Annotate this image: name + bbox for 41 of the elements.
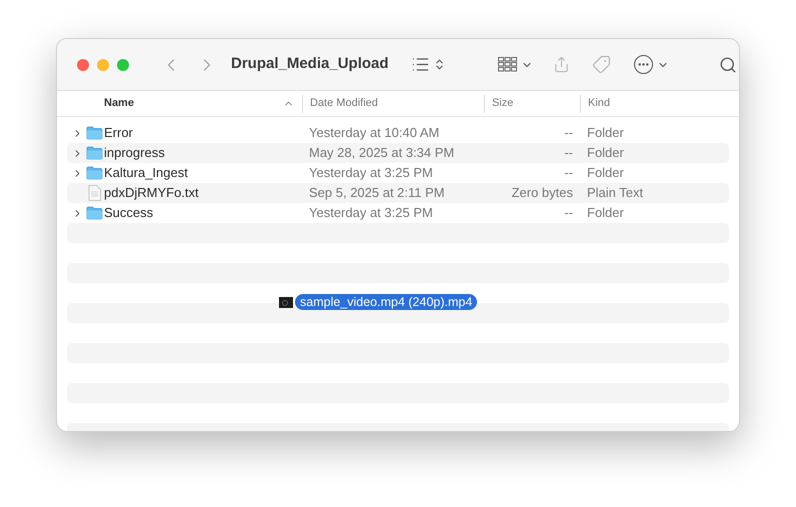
file-size: -- — [563, 164, 574, 182]
file-size: -- — [563, 124, 574, 142]
file-row[interactable]: Error Yesterday at 10:40 AM -- Folder — [67, 123, 729, 143]
column-header[interactable]: Date Modified — [302, 94, 484, 112]
file-size: -- — [563, 144, 574, 162]
date-modified: Yesterday at 10:40 AM — [308, 124, 440, 142]
folder-icon — [86, 206, 102, 220]
date-modified: Yesterday at 3:25 PM — [308, 204, 434, 222]
window-title: Drupal_Media_Upload — [231, 54, 389, 74]
date-modified: Sep 5, 2025 at 2:11 PM — [308, 184, 446, 202]
file-name: inprogress — [104, 144, 165, 162]
date-modified: Yesterday at 3:25 PM — [308, 164, 434, 182]
column-header[interactable]: Kind — [580, 94, 739, 112]
more-icon[interactable] — [634, 55, 653, 74]
file-row[interactable]: inprogress May 28, 2025 at 3:34 PM -- Folder — [67, 143, 729, 163]
file-row[interactable]: Kaltura_Ingest Yesterday at 3:25 PM -- Folder — [67, 163, 729, 183]
file-name: Error — [104, 124, 133, 142]
file-row[interactable]: Success Yesterday at 3:25 PM -- Folder — [67, 203, 729, 223]
date-modified: May 28, 2025 at 3:34 PM — [308, 144, 456, 162]
document-icon — [88, 185, 100, 201]
file-name: Success — [104, 204, 154, 222]
file-kind: Folder — [586, 124, 625, 142]
folder-icon — [86, 126, 102, 140]
file-size: Zero bytes — [510, 184, 574, 202]
file-size: -- — [563, 204, 574, 222]
column-header[interactable]: Size — [484, 94, 580, 112]
file-kind: Folder — [586, 164, 625, 182]
file-name: Kaltura_Ingest — [104, 164, 188, 182]
grid-view-icon[interactable] — [498, 57, 517, 72]
file-name: pdxDjRMYFo.txt — [104, 184, 199, 202]
file-row[interactable]: pdxDjRMYFo.txt Sep 5, 2025 at 2:11 PM Zero bytes Plain Text — [67, 183, 729, 203]
folder-icon — [86, 166, 102, 180]
folder-icon — [86, 146, 102, 160]
search-icon[interactable] — [718, 56, 737, 74]
file-kind: Plain Text — [586, 184, 644, 202]
file-kind: Folder — [586, 144, 625, 162]
dragged-file-name: sample_video.mp4 (240p).mp4 — [295, 294, 478, 310]
close-button[interactable] — [77, 58, 89, 70]
column-header[interactable]: Name — [67, 94, 302, 112]
file-kind: Folder — [586, 204, 625, 222]
video-thumbnail-icon — [279, 296, 293, 308]
